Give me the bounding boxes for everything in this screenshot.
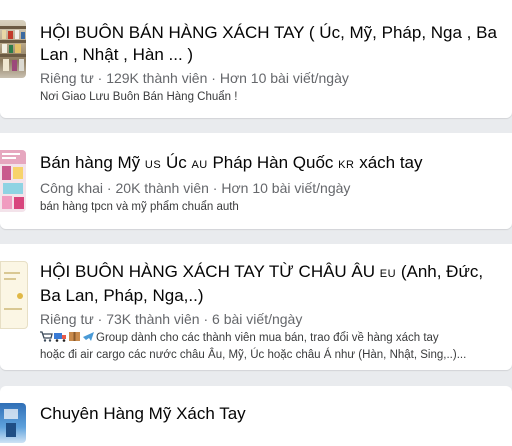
product-collage-icon: [0, 150, 26, 209]
title-text: xách tay: [359, 153, 423, 172]
separator: ·: [103, 180, 116, 196]
group-cover-image[interactable]: [0, 150, 26, 212]
title-text: Úc: [165, 153, 187, 172]
group-description: Group dành cho các thành viên mua bán, t…: [40, 330, 504, 364]
member-count: 129K thành viên: [106, 70, 208, 86]
group-cover-image[interactable]: [0, 20, 26, 78]
group-title-link[interactable]: HỘI BUÔN HÀNG XÁCH TAY TỪ CHÂU ÂU EU (An…: [40, 261, 504, 307]
separator: ·: [93, 70, 107, 86]
document-cover-icon: [4, 272, 23, 310]
group-meta: Riêng tư · 129K thành viên · Hơn 10 bài …: [40, 69, 504, 87]
group-description: bán hàng tpcn và mỹ phẩm chuẩn auth: [40, 201, 239, 213]
group-card[interactable]: Bán hàng Mỹ US Úc AU Pháp Hàn Quốc KR xá…: [0, 133, 512, 229]
us-flag-text: US: [144, 159, 162, 171]
post-frequency: Hơn 10 bài viết/ngày: [221, 180, 351, 196]
group-card[interactable]: Chuyên Hàng Mỹ Xách Tay: [0, 386, 512, 446]
group-card[interactable]: HỘI BUÔN BÁN HÀNG XÁCH TAY ( Úc, Mỹ, Phá…: [0, 0, 512, 118]
shopping-cart-icon: [40, 331, 53, 342]
group-cover-image[interactable]: [0, 403, 26, 443]
member-count: 20K thành viên: [115, 180, 209, 196]
description-line: Group dành cho các thành viên mua bán, t…: [40, 330, 504, 347]
title-text: HỘI BUÔN HÀNG XÁCH TAY TỪ CHÂU ÂU: [40, 262, 376, 281]
post-frequency: 6 bài viết/ngày: [212, 311, 303, 327]
kr-flag-text: KR: [338, 159, 355, 171]
title-text: Pháp Hàn Quốc: [212, 153, 334, 172]
airplane-icon: [83, 332, 94, 341]
group-cover-image[interactable]: [0, 261, 28, 329]
privacy-label: Riêng tư: [40, 311, 94, 327]
group-meta: Riêng tư · 73K thành viên · 6 bài viết/n…: [40, 310, 504, 328]
truck-icon: [54, 333, 66, 342]
package-icon: [69, 332, 80, 341]
group-title-link[interactable]: HỘI BUÔN BÁN HÀNG XÁCH TAY ( Úc, Mỹ, Phá…: [40, 22, 504, 66]
group-title-link[interactable]: Bán hàng Mỹ US Úc AU Pháp Hàn Quốc KR xá…: [40, 152, 504, 176]
photo-thumbnail-icon: [4, 409, 18, 437]
eu-flag-text: EU: [379, 268, 397, 280]
description-text: Group dành cho các thành viên mua bán, t…: [96, 332, 439, 344]
privacy-label: Công khai: [40, 180, 104, 196]
privacy-label: Riêng tư: [40, 70, 94, 86]
store-shelves-icon: [0, 26, 26, 71]
description-line: hoặc đi air cargo các nước châu Âu, Mỹ, …: [40, 349, 467, 361]
separator: ·: [207, 70, 220, 86]
separator: ·: [93, 311, 107, 327]
title-text: Bán hàng Mỹ: [40, 153, 141, 172]
separator: ·: [208, 180, 222, 196]
group-meta: Công khai · 20K thành viên · Hơn 10 bài …: [40, 179, 504, 197]
group-card[interactable]: HỘI BUÔN HÀNG XÁCH TAY TỪ CHÂU ÂU EU (An…: [0, 244, 512, 370]
separator: ·: [199, 311, 213, 327]
group-title-link[interactable]: Chuyên Hàng Mỹ Xách Tay: [40, 403, 504, 425]
post-frequency: Hơn 10 bài viết/ngày: [219, 70, 349, 86]
group-description: Nơi Giao Lưu Buôn Bán Hàng Chuẩn !: [40, 91, 238, 103]
member-count: 73K thành viên: [106, 311, 200, 327]
au-flag-text: AU: [191, 159, 208, 171]
